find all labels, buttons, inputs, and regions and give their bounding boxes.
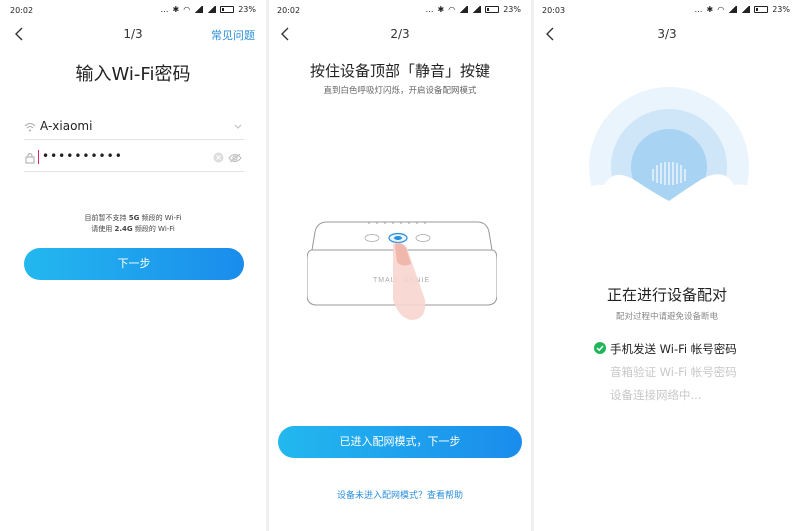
signal-icon-2 <box>207 6 217 13</box>
battery-icon <box>754 6 769 13</box>
more-icon: … <box>694 5 703 14</box>
page-title: 按住设备顶部「静音」按键 <box>309 62 490 80</box>
password-field[interactable]: •••••••••• <box>24 148 244 172</box>
clear-icon[interactable] <box>213 152 224 163</box>
wifi-password-screen: 20:02 … ✱ ◠ 23% 1/3 常见问题 输入Wi-Fi密码 A-xia… <box>0 0 266 531</box>
pairing-step-3: 设备连接网络中... <box>610 388 702 402</box>
chevron-down-icon[interactable] <box>234 124 242 130</box>
nav-bar: 2/3 <box>269 24 531 46</box>
status-bar: 20:03 … ✱ ◠ 23% <box>534 0 800 20</box>
status-bar: 20:02 … ✱ ◠ 23% <box>0 0 266 20</box>
text-cursor <box>38 150 39 164</box>
bluetooth-icon: ✱ <box>172 5 180 14</box>
band-notice-line1: 目前暂不支持 5G 频段的 Wi-Fi <box>84 214 182 222</box>
faq-link[interactable]: 常见问题 <box>211 27 255 43</box>
password-value: •••••••••• <box>42 149 123 163</box>
signal-icon <box>194 6 204 13</box>
band-notice-line2: 请使用 2.4G 频段的 Wi-Fi <box>91 225 175 233</box>
wifi-status-icon: ◠ <box>183 5 191 14</box>
battery-percent: 23% <box>772 5 790 14</box>
eye-icon[interactable] <box>228 153 242 163</box>
page-subtitle: 直到白色呼吸灯闪烁，开启设备配网模式 <box>323 86 477 96</box>
wifi-icon <box>24 123 36 132</box>
signal-icon-2 <box>741 6 751 13</box>
battery-percent: 23% <box>238 5 256 14</box>
lock-icon <box>25 153 35 164</box>
pairing-help-link[interactable]: 设备未进入配网模式？查看帮助 <box>269 488 531 501</box>
wifi-status-icon: ◠ <box>448 5 456 14</box>
status-time: 20:02 <box>10 6 34 15</box>
signal-icon <box>728 6 738 13</box>
page-subtitle: 配对过程中请避免设备断电 <box>615 312 718 322</box>
next-button[interactable]: 下一步 <box>24 248 244 280</box>
check-circle-icon <box>594 342 606 354</box>
status-icons: … ✱ ◠ 23% <box>426 5 521 14</box>
pairing-mode-screen: 20:02 … ✱ ◠ 23% 2/3 按住设备顶部「静音」按键 直到白色呼吸灯… <box>269 0 531 531</box>
step-indicator: 3/3 <box>657 27 677 41</box>
pairing-step-2: 音箱验证 Wi-Fi 帐号密码 <box>610 365 737 379</box>
pairing-animation-illustration <box>574 87 764 210</box>
status-time: 20:03 <box>542 6 566 15</box>
signal-icon-2 <box>472 6 482 13</box>
battery-icon <box>220 6 235 13</box>
pairing-step-1: 手机发送 Wi-Fi 帐号密码 <box>610 342 737 356</box>
battery-icon <box>485 6 500 13</box>
nav-bar: 1/3 常见问题 <box>0 24 266 46</box>
step-indicator: 2/3 <box>390 27 410 41</box>
page-title: 正在进行设备配对 <box>606 286 727 304</box>
more-icon: … <box>425 5 434 14</box>
status-icons: … ✱ ◠ 23% <box>695 5 790 14</box>
bluetooth-icon: ✱ <box>437 5 445 14</box>
status-icons: … ✱ ◠ 23% <box>161 5 256 14</box>
status-time: 20:02 <box>277 6 301 15</box>
ssid-field[interactable]: A-xiaomi <box>24 116 244 140</box>
wifi-status-icon: ◠ <box>717 5 725 14</box>
page-title: 输入Wi-Fi密码 <box>75 64 191 85</box>
band-notice: 目前暂不支持 5G 频段的 Wi-Fi 请使用 2.4G 频段的 Wi-Fi <box>0 213 266 235</box>
smart-speaker-illustration: TMALL GENIE <box>307 221 497 320</box>
more-icon: … <box>160 5 169 14</box>
signal-icon <box>459 6 469 13</box>
ssid-value: A-xiaomi <box>40 119 93 133</box>
confirm-pairing-mode-button[interactable]: 已进入配网模式，下一步 <box>278 426 522 458</box>
battery-percent: 23% <box>503 5 521 14</box>
device-pairing-screen: 20:03 … ✱ ◠ 23% 3/3 正在进行设备配对 配对过程中请避免设备断… <box>534 0 800 531</box>
status-bar: 20:02 … ✱ ◠ 23% <box>269 0 531 20</box>
nav-bar: 3/3 <box>534 24 800 46</box>
bluetooth-icon: ✱ <box>706 5 714 14</box>
